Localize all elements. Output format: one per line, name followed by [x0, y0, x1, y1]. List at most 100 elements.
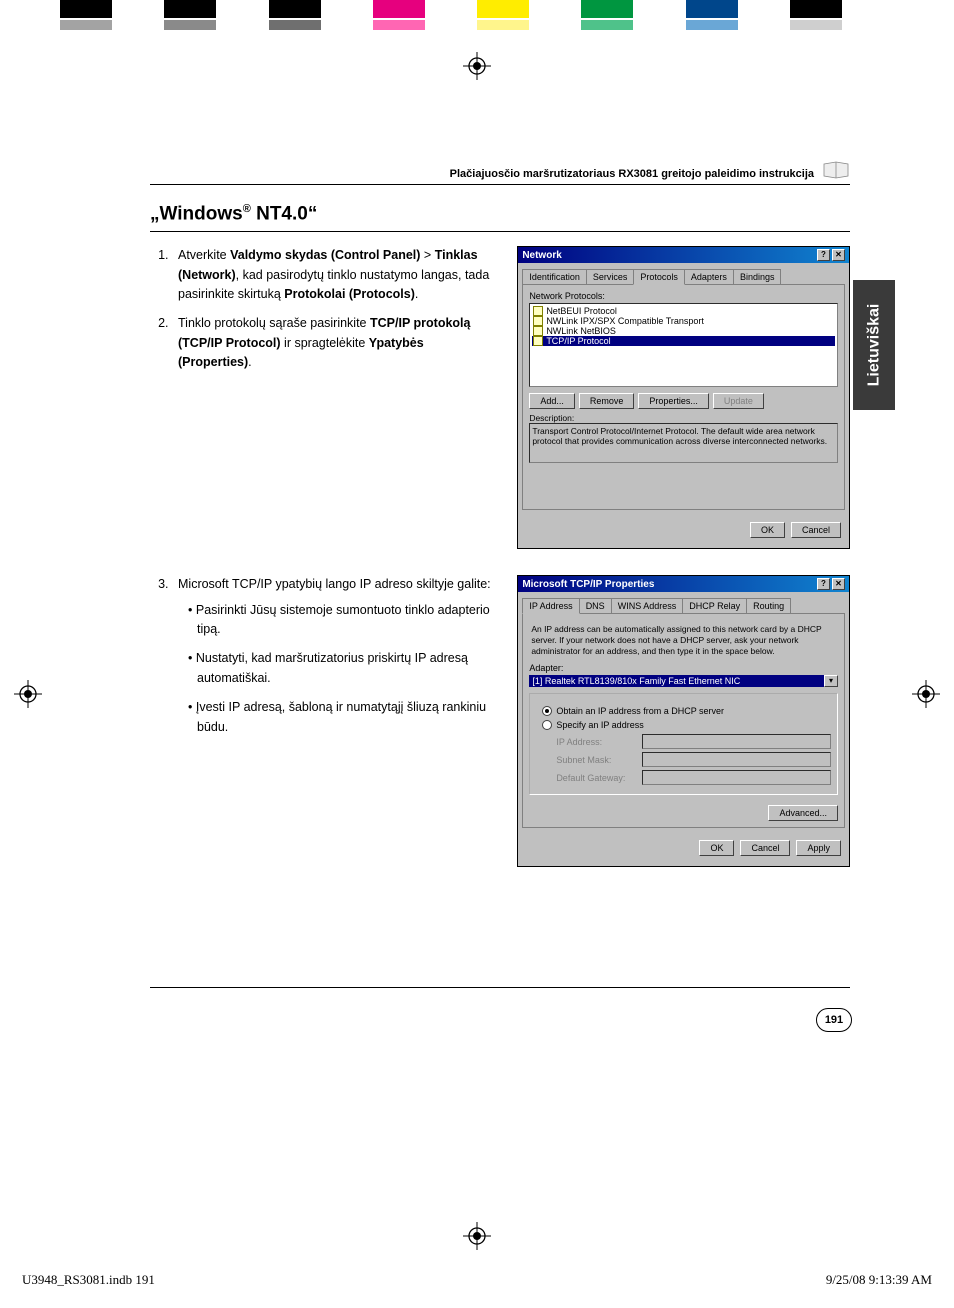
color-swatch	[60, 20, 112, 30]
color-swatch	[164, 20, 216, 30]
color-calibration-bar	[60, 0, 894, 38]
color-swatch	[60, 0, 112, 18]
adapter-selected: [1] Realtek RTL8139/810x Family Fast Eth…	[529, 675, 824, 687]
color-swatch	[373, 0, 425, 18]
description-label: Description:	[529, 413, 838, 423]
ip-address-field: IP Address:	[556, 734, 831, 749]
tab-dhcp-relay[interactable]: DHCP Relay	[682, 598, 747, 613]
add-button[interactable]: Add...	[529, 393, 575, 409]
close-button[interactable]: ✕	[832, 578, 845, 590]
cancel-button[interactable]: Cancel	[740, 840, 790, 856]
color-swatch	[686, 20, 738, 30]
color-swatch	[112, 20, 164, 30]
color-swatch	[112, 0, 164, 18]
tab-ip-address[interactable]: IP Address	[522, 598, 579, 614]
tab-wins-address[interactable]: WINS Address	[611, 598, 684, 613]
instruction-text: Microsoft TCP/IP ypatybių lango IP adres…	[150, 575, 499, 867]
running-header: Plačiajuosčio maršrutizatoriaus RX3081 g…	[150, 160, 850, 185]
color-swatch	[425, 20, 477, 30]
dialog-tabs: IdentificationServicesProtocolsAdaptersB…	[522, 269, 845, 284]
ok-button[interactable]: OK	[750, 522, 785, 538]
dialog-titlebar: Microsoft TCP/IP Properties ? ✕	[518, 576, 849, 592]
language-tab: Lietuviškai	[853, 280, 895, 410]
color-swatch	[269, 20, 321, 30]
list-label: Network Protocols:	[529, 291, 838, 301]
slug-line: U3948_RS3081.indb 191 9/25/08 9:13:39 AM	[22, 1272, 932, 1288]
close-button[interactable]: ✕	[832, 249, 845, 261]
section-title: „Windows® NT4.0“	[150, 203, 850, 232]
ok-button[interactable]: OK	[699, 840, 734, 856]
dialog-tabs: IP AddressDNSWINS AddressDHCP RelayRouti…	[522, 598, 845, 613]
book-icon	[822, 160, 850, 180]
remove-button[interactable]: Remove	[579, 393, 635, 409]
footer-rule	[150, 987, 850, 988]
network-dialog: Network ? ✕ IdentificationServicesProtoc…	[517, 246, 850, 549]
color-swatch	[738, 20, 790, 30]
color-swatch	[842, 20, 894, 30]
step-3: Microsoft TCP/IP ypatybių lango IP adres…	[172, 575, 499, 737]
chevron-down-icon[interactable]: ▾	[824, 675, 838, 687]
registration-mark-icon	[912, 680, 940, 708]
radio-specify-ip[interactable]: Specify an IP address	[542, 720, 831, 730]
list-item[interactable]: NWLink IPX/SPX Compatible Transport	[532, 316, 835, 326]
protocol-listbox[interactable]: NetBEUI ProtocolNWLink IPX/SPX Compatibl…	[529, 303, 838, 387]
tab-services[interactable]: Services	[586, 269, 635, 284]
list-item[interactable]: NetBEUI Protocol	[532, 306, 835, 316]
color-swatch	[321, 0, 373, 18]
bullet-item: Pasirinkti Jūsų sistemoje sumontuoto tin…	[188, 601, 499, 640]
tab-adapters[interactable]: Adapters	[684, 269, 734, 284]
registration-mark-icon	[463, 52, 491, 80]
step-1: Atverkite Valdymo skydas (Control Panel)…	[172, 246, 499, 304]
adapter-label: Adapter:	[529, 663, 838, 673]
protocol-icon	[533, 306, 543, 316]
color-swatch	[269, 0, 321, 18]
color-swatch	[164, 0, 216, 18]
adapter-dropdown[interactable]: [1] Realtek RTL8139/810x Family Fast Eth…	[529, 675, 838, 687]
description-text: Transport Control Protocol/Internet Prot…	[529, 423, 838, 463]
color-swatch	[373, 20, 425, 30]
registration-mark-icon	[14, 680, 42, 708]
help-button[interactable]: ?	[817, 249, 830, 261]
protocol-icon	[533, 316, 543, 326]
page-number: 191	[816, 1008, 852, 1032]
tab-dns[interactable]: DNS	[579, 598, 612, 613]
color-swatch	[321, 20, 373, 30]
bullet-item: Įvesti IP adresą, šabloną ir numatytąjį …	[188, 698, 499, 737]
properties-button[interactable]: Properties...	[638, 393, 709, 409]
color-swatch	[790, 20, 842, 30]
color-swatch	[686, 0, 738, 18]
color-swatch	[581, 0, 633, 18]
cancel-button[interactable]: Cancel	[791, 522, 841, 538]
protocol-icon	[533, 336, 543, 346]
dialog-title: Microsoft TCP/IP Properties	[522, 579, 654, 590]
running-header-text: Plačiajuosčio maršrutizatoriaus RX3081 g…	[450, 168, 814, 180]
tab-identification[interactable]: Identification	[522, 269, 587, 284]
radio-obtain-dhcp[interactable]: Obtain an IP address from a DHCP server	[542, 706, 831, 716]
help-button[interactable]: ?	[817, 578, 830, 590]
apply-button[interactable]: Apply	[796, 840, 841, 856]
color-swatch	[842, 0, 894, 18]
update-button: Update	[713, 393, 764, 409]
color-swatch	[216, 0, 268, 18]
registration-mark-icon	[463, 1222, 491, 1250]
protocol-icon	[533, 326, 543, 336]
list-item[interactable]: NWLink NetBIOS	[532, 326, 835, 336]
list-item[interactable]: TCP/IP Protocol	[532, 336, 835, 346]
color-swatch	[529, 20, 581, 30]
color-swatch	[529, 0, 581, 18]
dialog-title: Network	[522, 250, 561, 261]
tab-bindings[interactable]: Bindings	[733, 269, 782, 284]
radio-icon	[542, 720, 552, 730]
subnet-mask-field: Subnet Mask:	[556, 752, 831, 767]
page-content: Plačiajuosčio maršrutizatoriaus RX3081 g…	[150, 160, 850, 988]
color-swatch	[633, 0, 685, 18]
color-swatch	[790, 0, 842, 18]
color-swatch	[477, 0, 529, 18]
slug-file: U3948_RS3081.indb 191	[22, 1272, 155, 1288]
radio-icon	[542, 706, 552, 716]
tab-routing[interactable]: Routing	[746, 598, 791, 613]
tcpip-properties-dialog: Microsoft TCP/IP Properties ? ✕ IP Addre…	[517, 575, 850, 867]
tab-protocols[interactable]: Protocols	[633, 269, 685, 285]
step-2: Tinklo protokolų sąraše pasirinkite TCP/…	[172, 314, 499, 372]
advanced-button[interactable]: Advanced...	[768, 805, 838, 821]
